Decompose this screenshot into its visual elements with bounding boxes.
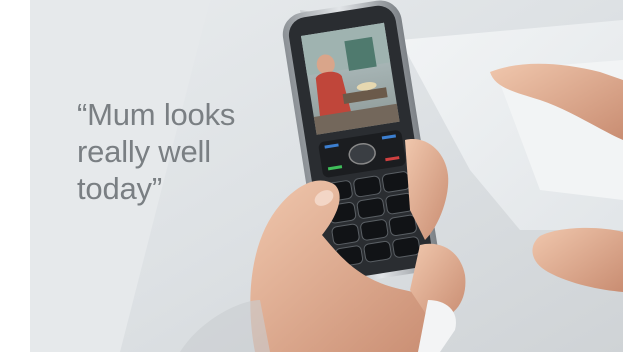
quote-line-1: “Mum looks: [77, 97, 236, 132]
advert-photo: “Mum looks really well today”: [0, 0, 623, 352]
quote-text: “Mum looks really well today”: [77, 96, 307, 207]
quote-line-2: really well: [77, 134, 211, 169]
quote-line-3: today”: [77, 171, 162, 206]
